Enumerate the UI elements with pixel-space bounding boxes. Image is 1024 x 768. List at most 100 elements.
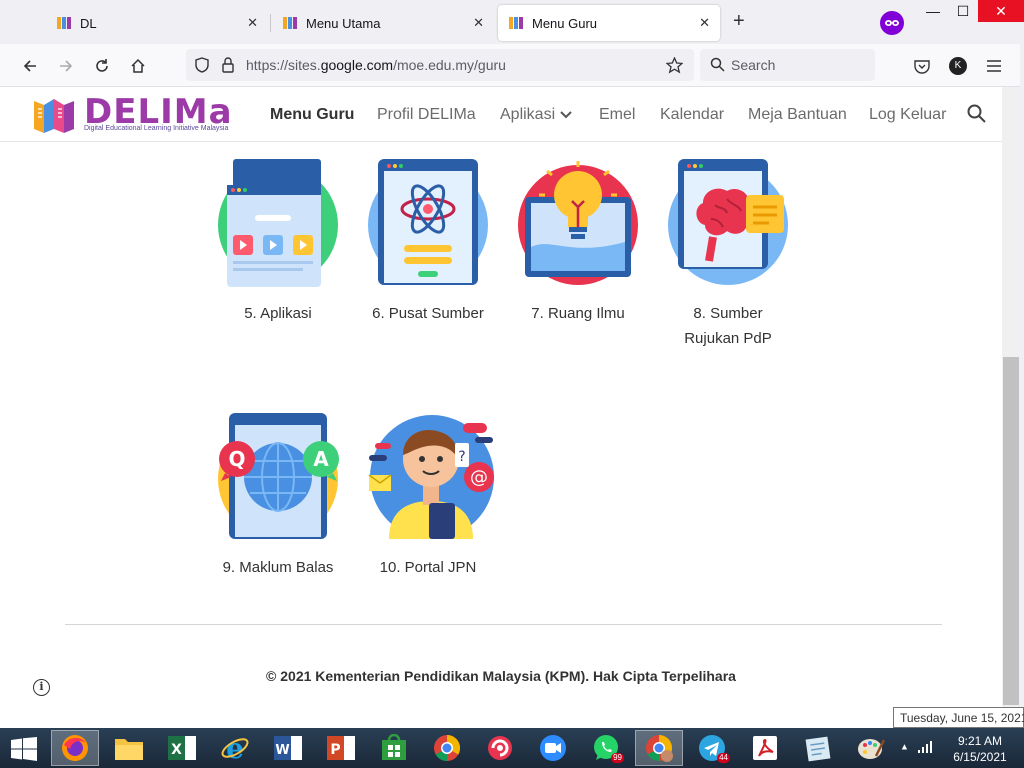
nav-emel[interactable]: Emel (599, 106, 635, 124)
qa-globe-illustration-icon: Q A (217, 411, 339, 539)
reload-icon[interactable] (90, 54, 114, 78)
internet-explorer-icon: e (221, 733, 249, 763)
network-signal-icon[interactable] (917, 741, 933, 753)
tab-separator (270, 14, 271, 32)
nav-kalendar[interactable]: Kalendar (660, 106, 724, 124)
account-initial: K (949, 57, 967, 75)
taskbar-chrome-profile[interactable] (635, 730, 683, 766)
acrobat-icon (753, 736, 777, 760)
svg-text:e: e (226, 733, 244, 763)
account-avatar[interactable]: K (946, 54, 970, 78)
search-icon (710, 57, 725, 72)
forward-arrow-icon[interactable] (54, 54, 78, 78)
windows-taskbar: X e W P 99 44 (0, 728, 1024, 768)
lock-icon[interactable] (221, 57, 235, 73)
tab-strip: DL ✕ Menu Utama ✕ Menu Guru ✕ + — ☐ ✕ (0, 0, 1024, 44)
card-maklum-balas[interactable]: Q A 9. Maklum Balas (198, 411, 358, 580)
windows-start-icon[interactable] (10, 737, 38, 761)
word-icon: W (274, 736, 302, 760)
tab-dl[interactable]: DL ✕ (46, 5, 268, 41)
card-ruang-ilmu[interactable]: 7. Ruang Ilmu (498, 157, 658, 326)
card-label: 10. Portal JPN (379, 559, 477, 576)
swirl-app-icon (488, 736, 512, 760)
address-bar[interactable]: https://sites.google.com/moe.edu.my/guru (186, 49, 694, 81)
taskbar-firefox[interactable] (51, 730, 99, 766)
delima-logo-mark-icon (34, 99, 74, 133)
taskbar-zoom[interactable] (529, 730, 577, 766)
taskbar-file-explorer[interactable] (105, 730, 153, 766)
info-icon[interactable]: i (33, 679, 50, 696)
site-search-icon[interactable] (967, 104, 986, 123)
firefox-icon (62, 735, 88, 761)
card-label: 7. Ruang Ilmu (531, 305, 625, 322)
taskbar-acrobat[interactable] (741, 730, 789, 766)
taskbar-telegram[interactable]: 44 (688, 730, 736, 766)
card-label: 9. Maklum Balas (222, 559, 334, 576)
paint-palette-icon (858, 739, 886, 759)
taskbar-store[interactable] (370, 730, 418, 766)
svg-text:P: P (330, 742, 340, 758)
tab-menu-utama[interactable]: Menu Utama ✕ (272, 5, 494, 41)
powerpoint-icon: P (327, 736, 355, 760)
shield-icon[interactable] (194, 57, 210, 73)
date-tooltip: Tuesday, June 15, 2021 (893, 707, 1024, 728)
nav-menu-guru[interactable]: Menu Guru (270, 106, 354, 124)
maximize-window-icon[interactable]: ☐ (948, 0, 978, 24)
new-tab-plus-icon[interactable]: + (733, 10, 745, 33)
card-sumber-rujukan-pdp[interactable]: 8. Sumber Rujukan PdP (648, 157, 808, 351)
chevron-down-icon (559, 111, 572, 119)
nav-log-keluar[interactable]: Log Keluar (869, 106, 946, 124)
minimize-window-icon[interactable]: — (918, 0, 948, 24)
footer-divider (65, 624, 942, 625)
hamburger-menu-icon[interactable] (982, 54, 1006, 78)
taskbar-powerpoint[interactable]: P (317, 730, 365, 766)
nav-profil-delima[interactable]: Profil DELIMa (377, 106, 476, 124)
delima-logo[interactable]: DELIMa Digital Educational Learning Init… (32, 92, 232, 137)
tab-close-icon[interactable]: ✕ (699, 15, 710, 31)
card-portal-jpn[interactable]: @ ? 10. Portal JPN (348, 411, 508, 580)
window-edge (1020, 44, 1024, 728)
home-icon[interactable] (126, 54, 150, 78)
card-label: 5. Aplikasi (244, 305, 312, 322)
atom-science-illustration-icon (367, 157, 489, 285)
tray-expand-arrow-icon[interactable]: ▲ (900, 741, 909, 751)
svg-text:@: @ (470, 467, 488, 488)
nav-aplikasi-label: Aplikasi (500, 106, 556, 123)
chrome-profile-icon (646, 734, 673, 762)
scrollbar-thumb[interactable] (1003, 357, 1019, 705)
search-bar[interactable]: Search (700, 49, 875, 81)
taskbar-excel[interactable]: X (158, 730, 206, 766)
zoom-icon (540, 735, 566, 761)
tab-title: Menu Utama (306, 15, 381, 31)
chrome-icon (434, 734, 461, 762)
url-text: https://sites.google.com/moe.edu.my/guru (246, 57, 506, 73)
card-pusat-sumber[interactable]: 6. Pusat Sumber (348, 157, 508, 326)
person-contact-illustration-icon: @ ? (367, 411, 494, 539)
taskbar-word[interactable]: W (264, 730, 312, 766)
system-tray[interactable]: ▲ (900, 741, 933, 753)
navigation-toolbar: https://sites.google.com/moe.edu.my/guru… (0, 44, 1024, 87)
taskbar-paint[interactable] (847, 730, 895, 766)
nav-meja-bantuan[interactable]: Meja Bantuan (748, 106, 847, 124)
taskbar-chrome[interactable] (423, 730, 471, 766)
pocket-icon[interactable] (910, 54, 934, 78)
taskbar-whatsapp[interactable]: 99 (582, 730, 630, 766)
taskbar-internet-explorer[interactable]: e (211, 730, 259, 766)
close-window-icon[interactable]: ✕ (978, 0, 1024, 22)
taskbar-app-swirl[interactable] (476, 730, 524, 766)
clock-time: 9:21 AM (957, 734, 1003, 748)
nav-aplikasi[interactable]: Aplikasi (500, 106, 572, 124)
bookmark-star-icon[interactable] (666, 57, 683, 74)
lightbulb-illustration-icon (517, 157, 639, 285)
svg-text:X: X (171, 742, 182, 758)
card-aplikasi[interactable]: 5. Aplikasi (198, 157, 358, 326)
taskbar-notes-app[interactable] (794, 730, 842, 766)
svg-text:?: ? (458, 449, 465, 465)
tab-close-icon[interactable]: ✕ (473, 15, 484, 31)
delima-favicon-icon (57, 17, 71, 29)
tab-menu-guru[interactable]: Menu Guru ✕ (498, 5, 720, 41)
svg-text:Q: Q (228, 447, 245, 471)
back-arrow-icon[interactable] (18, 54, 42, 78)
tab-close-icon[interactable]: ✕ (247, 15, 258, 31)
taskbar-clock[interactable]: 9:21 AM 6/15/2021 (952, 733, 1008, 765)
